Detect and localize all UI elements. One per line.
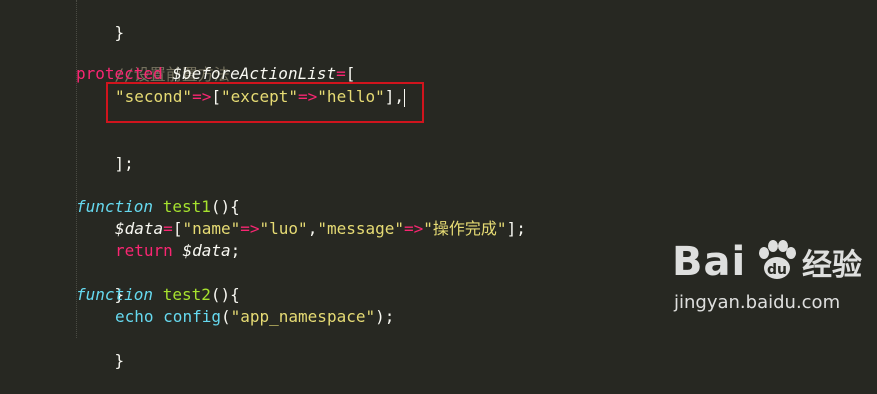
arrow-operator: => <box>404 219 424 238</box>
code-line: } <box>76 328 125 370</box>
paren: ( <box>220 307 231 326</box>
paren-semicolon: ); <box>375 307 395 326</box>
function-name: test2 <box>162 285 211 304</box>
variable-name: $data <box>115 219 164 238</box>
variable-name: $beforeActionList <box>172 64 337 83</box>
keyword-return: return <box>115 241 173 260</box>
operator: = <box>163 219 173 238</box>
code-line: $data=["name"=>"luo","message"=>"操作完成"]; <box>115 218 526 240</box>
operator: = <box>336 64 346 83</box>
semicolon: ; <box>230 241 241 260</box>
closing-bracket: ]; <box>114 154 134 173</box>
bracket: [ <box>172 219 183 238</box>
watermark-url: jingyan.baidu.com <box>674 292 841 313</box>
string-literal: "message" <box>317 219 405 238</box>
code-line: return $data; <box>115 240 240 262</box>
string-literal: "app_namespace" <box>230 307 376 326</box>
baidu-jingyan-watermark: Bai du 经验 jingyan.baidu.com <box>672 232 872 332</box>
closing-brace: } <box>114 351 125 370</box>
jingyan-text: 经验 <box>802 248 862 283</box>
keyword-echo: echo <box>115 307 154 326</box>
highlight-box <box>106 82 424 123</box>
keyword-function: function <box>76 197 154 216</box>
function-call: config <box>163 307 221 326</box>
paren-brace: (){ <box>210 197 240 216</box>
code-line: function test2(){ <box>76 284 240 306</box>
code-line: //设置前置方法 <box>76 42 230 84</box>
code-line: function test1(){ <box>76 196 240 218</box>
variable-name: $data <box>182 241 231 260</box>
bracket: ]; <box>506 219 526 238</box>
code-editor[interactable]: } //设置前置方法 protected $beforeActionList=[… <box>0 0 877 370</box>
code-line: } <box>76 0 125 42</box>
code-line: } <box>76 262 125 304</box>
keyword-function: function <box>76 285 154 304</box>
code-line: ]; <box>76 131 134 173</box>
string-literal: "luo" <box>259 219 308 238</box>
string-literal: "操作完成" <box>423 219 507 238</box>
bracket: [ <box>345 64 356 83</box>
paw-icon: du <box>759 240 796 279</box>
comma: , <box>307 219 318 238</box>
paren-brace: (){ <box>210 285 240 304</box>
keyword-protected: protected <box>76 64 163 83</box>
paw-icon-text: du <box>767 262 787 278</box>
code-line: echo config("app_namespace"); <box>115 306 394 328</box>
baidu-logo-text: Bai <box>672 239 747 285</box>
function-name: test1 <box>162 197 211 216</box>
arrow-operator: => <box>240 219 260 238</box>
closing-brace: } <box>114 23 125 42</box>
string-literal: "name" <box>182 219 241 238</box>
